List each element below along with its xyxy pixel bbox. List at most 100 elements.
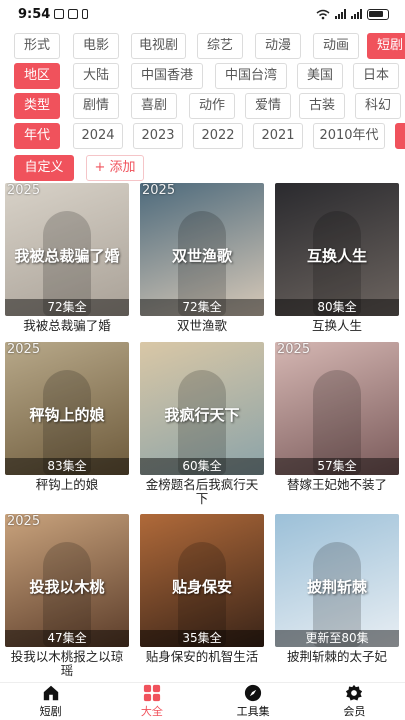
- poster-art-text: 我被总裁骗了婚: [14, 247, 120, 265]
- filter-region-label: 地区: [14, 63, 60, 89]
- filter-type-item[interactable]: 古装: [299, 93, 345, 119]
- drama-poster[interactable]: 我疯行天下 60集全: [140, 342, 264, 475]
- drama-poster[interactable]: 互换人生 80集全: [275, 183, 399, 316]
- drama-poster[interactable]: 2025 57集全: [275, 342, 399, 475]
- drama-title[interactable]: 贴身保安的机智生活: [140, 650, 264, 664]
- filter-form-label[interactable]: 形式: [14, 33, 60, 59]
- drama-title[interactable]: 我被总裁骗了婚: [5, 319, 129, 333]
- filter-form-animation[interactable]: 动画: [313, 33, 359, 59]
- signal-icon-2: [351, 9, 362, 19]
- vibrate-icon: [82, 9, 89, 19]
- filter-type-item[interactable]: 剧情: [73, 93, 119, 119]
- poster-year: 2025: [7, 183, 41, 198]
- filter-type-item[interactable]: 动作: [189, 93, 235, 119]
- notification-icon: [54, 9, 65, 19]
- episode-badge: 80集全: [275, 299, 399, 316]
- app-notification-icon: [68, 9, 79, 19]
- poster-art-text: 双世渔歌: [171, 247, 232, 265]
- episode-badge: 35集全: [140, 630, 264, 647]
- custom-filter-button[interactable]: 自定义: [14, 155, 74, 181]
- filter-row-custom: 自定义 + 添加: [0, 155, 405, 183]
- filter-form-movie[interactable]: 电影: [73, 33, 119, 59]
- tab-tools[interactable]: 工具集: [213, 683, 293, 720]
- drama-poster[interactable]: 投我以木桃 2025 47集全: [5, 514, 129, 647]
- filter-region-item[interactable]: 日本: [353, 63, 399, 89]
- status-left: 9:54: [18, 6, 89, 22]
- signal-icon: [335, 9, 346, 19]
- drama-title[interactable]: 双世渔歌: [140, 319, 264, 333]
- drama-poster[interactable]: 我被总裁骗了婚 2025 72集全: [5, 183, 129, 316]
- drama-card[interactable]: 双世渔歌 2025 72集全 双世渔歌: [140, 183, 264, 333]
- tab-label: 工具集: [236, 705, 270, 718]
- wifi-icon: [316, 9, 330, 19]
- filter-region-item[interactable]: 中国台湾: [215, 63, 287, 89]
- drama-card[interactable]: 我被总裁骗了婚 2025 72集全 我被总裁骗了婚: [5, 183, 129, 333]
- status-time: 9:54: [18, 6, 51, 22]
- status-bar: 9:54: [0, 0, 405, 28]
- status-right: [316, 8, 389, 20]
- drama-poster[interactable]: 秤钩上的娘 2025 83集全: [5, 342, 129, 475]
- tab-label: 会员: [343, 705, 366, 718]
- drama-title[interactable]: 金榜题名后我疯行天下: [140, 478, 264, 506]
- drama-poster[interactable]: 披荆斩棘 更新至80集: [275, 514, 399, 647]
- drama-card[interactable]: 互换人生 80集全 互换人生: [275, 183, 399, 333]
- drama-title[interactable]: 投我以木桃报之以琼瑶: [5, 650, 129, 678]
- filter-form-short-drama[interactable]: 短剧: [367, 33, 405, 59]
- episode-badge: 57集全: [275, 458, 399, 475]
- drama-card[interactable]: 秤钩上的娘 2025 83集全 秤钩上的娘: [5, 342, 129, 492]
- tab-all[interactable]: 大全: [112, 683, 192, 720]
- drama-title[interactable]: 秤钩上的娘: [5, 478, 129, 492]
- gear-icon: [346, 684, 363, 701]
- poster-art-text: 贴身保安: [171, 578, 232, 596]
- drama-card[interactable]: 2025 57集全替嫁王妃她不装了: [275, 342, 399, 492]
- drama-title[interactable]: 披荆斩棘的太子妃: [275, 650, 399, 664]
- filter-row-year: 年代 2024 2023 2022 2021 2010年代: [0, 123, 405, 151]
- filter-region-item[interactable]: 大陆: [73, 63, 119, 89]
- drama-poster[interactable]: 双世渔歌 2025 72集全: [140, 183, 264, 316]
- filter-year-item[interactable]: 2022: [193, 123, 243, 149]
- drama-card[interactable]: 贴身保安 35集全贴身保安的机智生活: [140, 514, 264, 664]
- filter-type-item[interactable]: 科幻: [355, 93, 401, 119]
- poster-year: 2025: [277, 342, 311, 357]
- poster-art-text: 投我以木桃: [29, 578, 105, 596]
- grid-icon: [143, 684, 160, 702]
- filter-year-item[interactable]: 2023: [133, 123, 183, 149]
- episode-badge: 47集全: [5, 630, 129, 647]
- filter-year-item[interactable]: 2010年代: [313, 123, 385, 149]
- home-icon: [43, 685, 58, 701]
- filter-year-item[interactable]: 2024: [73, 123, 123, 149]
- drama-poster[interactable]: 贴身保安 35集全: [140, 514, 264, 647]
- drama-card[interactable]: 披荆斩棘 更新至80集披荆斩棘的太子妃: [275, 514, 399, 664]
- filter-form-tv[interactable]: 电视剧: [131, 33, 186, 59]
- episode-badge: 更新至80集: [275, 630, 399, 647]
- drama-title[interactable]: 互换人生: [275, 319, 399, 333]
- tab-label: 大全: [140, 705, 163, 718]
- filter-region-item[interactable]: 美国: [297, 63, 343, 89]
- drama-title[interactable]: 替嫁王妃她不装了: [275, 478, 399, 492]
- poster-art-text: 互换人生: [306, 247, 367, 265]
- filter-type-item[interactable]: 喜剧: [131, 93, 177, 119]
- episode-badge: 60集全: [140, 458, 264, 475]
- tab-member[interactable]: 会员: [314, 683, 394, 720]
- filter-row-region: 地区 大陆 中国香港 中国台湾 美国 日本: [0, 63, 405, 91]
- drama-card[interactable]: 我疯行天下 60集全金榜题名后我疯行天下: [140, 342, 264, 506]
- filter-row-type: 类型 剧情 喜剧 动作 爱情 古装 科幻: [0, 93, 405, 121]
- filter-form-anime[interactable]: 动漫: [255, 33, 301, 59]
- filter-type-item[interactable]: 爱情: [245, 93, 291, 119]
- bottom-tab-bar: 短剧 大全 工具集 会员: [0, 682, 405, 720]
- drama-card[interactable]: 投我以木桃 2025 47集全投我以木桃报之以琼瑶: [5, 514, 129, 678]
- tab-short-drama[interactable]: 短剧: [11, 683, 91, 720]
- episode-badge: 83集全: [5, 458, 129, 475]
- filter-row-form: 形式 电影 电视剧 综艺 动漫 动画 短剧: [0, 33, 405, 61]
- filter-form-variety[interactable]: 综艺: [197, 33, 243, 59]
- add-filter-button[interactable]: + 添加: [86, 155, 144, 181]
- filter-year-item[interactable]: 2021: [253, 123, 303, 149]
- episode-badge: 72集全: [140, 299, 264, 316]
- filter-type-label: 类型: [14, 93, 60, 119]
- episode-badge: 72集全: [5, 299, 129, 316]
- tab-label: 短剧: [39, 705, 62, 718]
- filter-year-overflow[interactable]: [395, 123, 405, 149]
- filter-region-item[interactable]: 中国香港: [131, 63, 203, 89]
- compass-icon: [245, 684, 262, 702]
- poster-art-text: 秤钩上的娘: [29, 406, 105, 424]
